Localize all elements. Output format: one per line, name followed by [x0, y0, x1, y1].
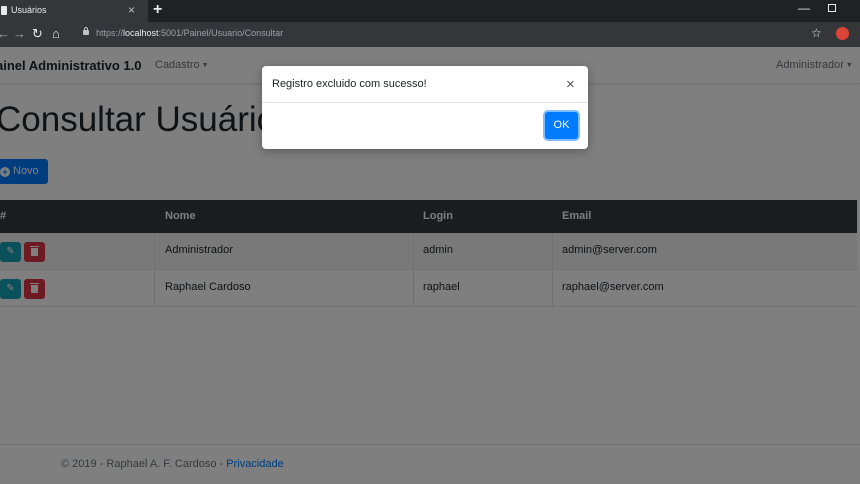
tab-close-icon[interactable]: × [128, 3, 135, 17]
close-icon[interactable]: × [566, 77, 575, 92]
lock-icon[interactable] [83, 27, 89, 35]
url-path: :5001/Painel/Usuario/Consultar [158, 28, 284, 38]
success-modal: Registro excluido com sucesso! × OK [262, 66, 588, 149]
home-icon[interactable]: ⌂ [52, 25, 60, 43]
new-tab-icon[interactable]: + [153, 1, 162, 19]
url-host: localhost [123, 28, 159, 38]
extension-icon[interactable] [836, 27, 849, 40]
address-bar[interactable]: https://localhost:5001/Painel/Usuario/Co… [96, 28, 283, 38]
browser-toolbar: ← → ↻ ⌂ https://localhost:5001/Painel/Us… [0, 22, 860, 47]
bookmark-star-icon[interactable]: ☆ [811, 26, 822, 40]
back-icon[interactable]: ← [0, 25, 10, 43]
modal-message: Registro excluido com sucesso! [272, 78, 427, 90]
tab-title: Usuários [11, 5, 47, 15]
restore-icon[interactable] [828, 4, 836, 12]
browser-tabbar: Usuários × + — [0, 0, 860, 22]
reload-icon[interactable]: ↻ [32, 25, 43, 43]
ok-button[interactable]: OK [545, 112, 578, 139]
forward-icon[interactable]: → [13, 25, 26, 43]
page-icon [1, 6, 7, 15]
modal-header: Registro excluido com sucesso! × [262, 66, 588, 103]
minimize-icon[interactable]: — [798, 1, 810, 15]
url-scheme: https:// [96, 28, 124, 38]
browser-tab[interactable]: Usuários × [0, 0, 148, 22]
